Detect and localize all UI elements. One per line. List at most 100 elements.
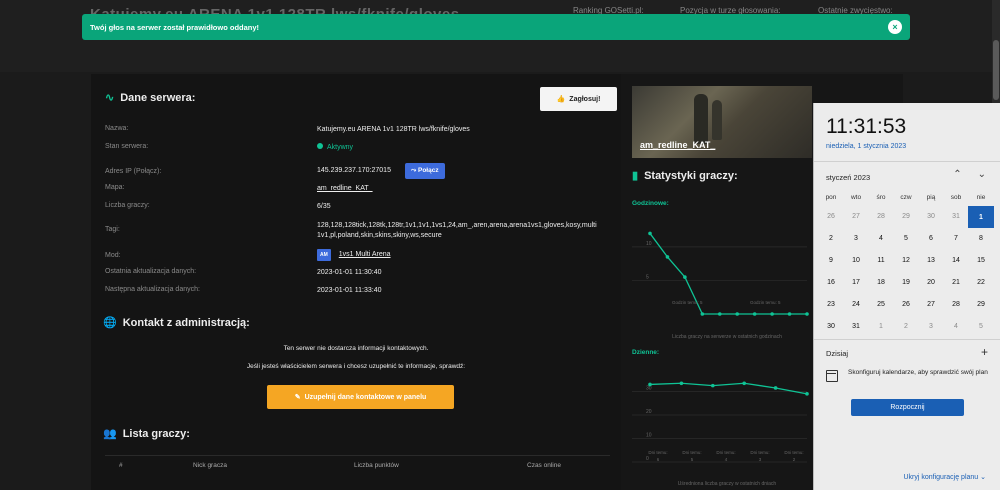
row-last-update: Ostatnia aktualizacja danych: 2023-01-01…	[105, 268, 381, 278]
calendar-day[interactable]: 4	[869, 229, 893, 249]
col-index: #	[119, 462, 123, 469]
calendar-day[interactable]: 1	[869, 317, 893, 337]
fill-contact-button[interactable]: ✎ Uzupełnij dane kontaktowe w panelu	[267, 385, 454, 409]
calendar-day[interactable]: 12	[894, 251, 918, 271]
calendar-day[interactable]: 1	[968, 206, 994, 228]
col-points[interactable]: Liczba punktów	[354, 462, 399, 469]
data-point	[752, 312, 757, 316]
calendar-day[interactable]: 21	[944, 273, 968, 293]
calendar-day[interactable]: 8	[969, 229, 993, 249]
row-label: Tagi:	[105, 226, 120, 233]
row-next-update: Następna aktualizacja danych: 2023-01-01…	[105, 286, 381, 296]
calendar-day[interactable]: 9	[819, 251, 843, 271]
calendar-day[interactable]: 20	[919, 273, 943, 293]
calendar-day[interactable]: 27	[844, 207, 868, 227]
mod-link[interactable]: 1vs1 Multi Arena	[339, 251, 391, 258]
map-link[interactable]: am_redline_KAT_	[317, 184, 373, 194]
calendar-day[interactable]: 3	[919, 317, 943, 337]
calendar-day[interactable]: 5	[969, 317, 993, 337]
row-players: Liczba graczy: 6/35	[105, 202, 331, 212]
calendar-day[interactable]: 26	[819, 207, 843, 227]
point-label: Godzin temu: 5	[672, 300, 703, 305]
calendar-flyout: 11:31:53 niedziela, 1 stycznia 2023 styc…	[813, 103, 1000, 490]
col-nick[interactable]: Nick gracza	[193, 462, 227, 469]
toast-message: Twój głos na serwer został prawidłowo od…	[90, 22, 260, 32]
map-name-link[interactable]: am_redline_KAT_	[640, 140, 715, 150]
calendar-day[interactable]: 28	[944, 295, 968, 315]
stats-title: Statystyki graczy:	[644, 169, 738, 182]
chevron-up-icon[interactable]: ⌃	[953, 169, 961, 180]
row-label: Liczba graczy:	[105, 202, 150, 209]
mod-value: AM 1vs1 Multi Arena	[317, 249, 391, 261]
row-label: Mod:	[105, 251, 121, 259]
row-ip: Adres IP (Połącz): 145.239.237.170:27015…	[105, 163, 445, 179]
calendar-day[interactable]: 5	[894, 229, 918, 249]
calendar-day[interactable]: 15	[969, 251, 993, 271]
page-scrollbar[interactable]	[992, 0, 1000, 103]
hide-plan-link[interactable]: Ukryj konfigurację planu ⌄	[903, 473, 986, 481]
calendar-day[interactable]: 26	[894, 295, 918, 315]
point-label: Godzin temu: 5	[750, 300, 781, 305]
calendar-day[interactable]: 30	[919, 207, 943, 227]
clock-time: 11:31:53	[826, 115, 907, 138]
calendar-day[interactable]: 2	[819, 229, 843, 249]
row-value: Katujemy.eu ARENA 1v1 128TR lws/fknife/g…	[317, 126, 470, 133]
weekday-label: pon	[825, 194, 837, 201]
close-icon[interactable]: ×	[888, 20, 902, 34]
y-tick-label: 20	[646, 409, 652, 415]
data-point	[648, 231, 652, 236]
calendar-day[interactable]: 28	[869, 207, 893, 227]
calendar-day[interactable]: 31	[944, 207, 968, 227]
month-nav: ⌃ ⌄	[953, 169, 986, 180]
calendar-day[interactable]: 14	[944, 251, 968, 271]
status-text: Aktywny	[327, 144, 354, 151]
calendar-day[interactable]: 7	[944, 229, 968, 249]
start-button[interactable]: Rozpocznij	[851, 399, 964, 416]
calendar-day[interactable]: 22	[969, 273, 993, 293]
calendar-day[interactable]: 18	[869, 273, 893, 293]
calendar-day[interactable]: 2	[894, 317, 918, 337]
calendar-day[interactable]: 6	[919, 229, 943, 249]
row-status: Stan serwera: Aktywny	[105, 143, 353, 153]
last-update-value: 2023-01-01 11:30:40	[317, 269, 382, 276]
add-event-icon[interactable]: +	[981, 345, 988, 359]
clock-date[interactable]: niedziela, 1 stycznia 2023	[826, 143, 906, 150]
calendar-day[interactable]: 27	[919, 295, 943, 315]
bar-chart-icon: ▮	[632, 170, 639, 182]
calendar-day[interactable]: 11	[869, 251, 893, 271]
contact-owner-text: Jeśli jesteś właścicielem serwera i chce…	[246, 363, 466, 370]
calendar-day[interactable]: 25	[869, 295, 893, 315]
x-tick-label: Dni temu:	[784, 450, 803, 455]
calendar-day[interactable]: 30	[819, 317, 843, 337]
calendar-day[interactable]: 29	[894, 207, 918, 227]
connect-button[interactable]: ⤳ Połącz	[404, 163, 445, 179]
calendar-day[interactable]: 16	[819, 273, 843, 293]
vote-button[interactable]: 👍 Zagłosuj!	[540, 87, 617, 111]
x-tick-label: 5	[691, 457, 694, 462]
scrollbar-thumb[interactable]	[993, 40, 999, 100]
calendar-day[interactable]: 3	[844, 229, 868, 249]
calendar-day[interactable]: 31	[844, 317, 868, 337]
chevron-down-icon[interactable]: ⌄	[978, 169, 986, 180]
calendar-day[interactable]: 23	[819, 295, 843, 315]
row-name: Nazwa: Katujemy.eu ARENA 1v1 128TR lws/f…	[105, 125, 470, 135]
calendar-month[interactable]: styczeń 2023	[826, 173, 870, 182]
x-tick-label: 6	[657, 457, 660, 462]
table-divider	[105, 455, 610, 456]
calendar-day[interactable]: 24	[844, 295, 868, 315]
player-count: 6/35	[317, 203, 331, 210]
calendar-day[interactable]: 13	[919, 251, 943, 271]
calendar-day[interactable]: 4	[944, 317, 968, 337]
calendar-day[interactable]: 17	[844, 273, 868, 293]
col-online[interactable]: Czas online	[527, 462, 561, 469]
x-tick-label: 2	[793, 457, 796, 462]
vote-success-toast: Twój głos na serwer został prawidłowo od…	[82, 14, 910, 40]
contact-heading: 🌐 Kontakt z administracją:	[103, 316, 250, 330]
daily-caption: Uśredniona liczba graczy w ostatnich dni…	[677, 481, 777, 487]
calendar-day[interactable]: 10	[844, 251, 868, 271]
calendar-day[interactable]: 29	[969, 295, 993, 315]
hourly-chart: 10 5 Godzin temu: 5 Godzin temu: 5	[632, 214, 812, 330]
data-point	[773, 386, 778, 390]
calendar-day[interactable]: 19	[894, 273, 918, 293]
ip-address[interactable]: 145.239.237.170:27015	[317, 167, 391, 174]
